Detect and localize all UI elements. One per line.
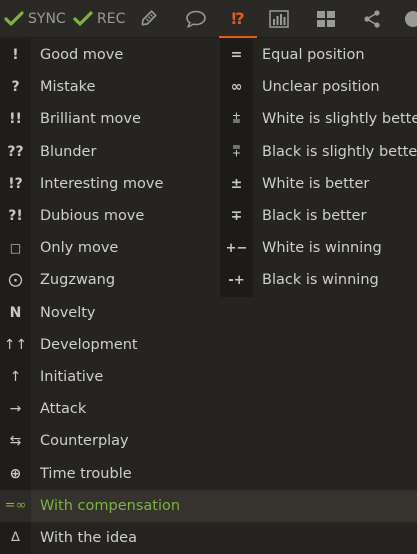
grid-icon xyxy=(317,11,335,27)
annotation-glyph: ⩲ xyxy=(220,103,253,136)
annotation-initiative[interactable]: ↑ Initiative xyxy=(0,360,417,394)
more-button[interactable] xyxy=(403,0,417,38)
annotation-label: Good move xyxy=(40,47,124,64)
annotation-novelty[interactable]: N Novelty xyxy=(0,296,417,329)
chart-icon xyxy=(269,10,289,28)
annotation-glyph: !? xyxy=(0,167,31,200)
annotation-glyph: -+ xyxy=(220,264,253,297)
annotation-counterplay[interactable]: ⇆ Counterplay xyxy=(0,425,417,458)
more-icon xyxy=(405,11,417,27)
check-icon xyxy=(73,11,93,26)
annotation-glyph: ?? xyxy=(0,135,31,168)
position-annotations-list: = Equal position ∞ Unclear position ⩲ Wh… xyxy=(220,39,417,297)
rec-label: REC xyxy=(97,11,126,27)
toolbar: SYNC REC ⁉ xyxy=(0,0,417,38)
annotation-label: Counterplay xyxy=(40,433,129,450)
share-button[interactable] xyxy=(357,0,387,38)
comments-tab[interactable] xyxy=(181,0,211,38)
annotations-tab[interactable]: ⁉ xyxy=(219,0,257,38)
annotation-glyph: → xyxy=(0,393,31,426)
annotation-white-winning[interactable]: +− White is winning xyxy=(220,232,417,265)
annotation-icon: ⁉ xyxy=(231,8,245,28)
annotation-glyph: ⇆ xyxy=(0,425,31,458)
annotation-label: Blunder xyxy=(40,143,97,160)
annotation-label: Equal position xyxy=(262,47,365,64)
annotation-label: Unclear position xyxy=(262,79,380,96)
annotation-label: With compensation xyxy=(40,497,181,514)
annotation-time-trouble[interactable]: ⊕ Time trouble xyxy=(0,457,417,490)
annotation-label: Brilliant move xyxy=(40,111,141,128)
annotation-glyph: =∞ xyxy=(0,489,31,522)
annotation-black-better[interactable]: ∓ Black is better xyxy=(220,199,417,233)
annotation-label: Development xyxy=(40,336,138,353)
annotation-label: Initiative xyxy=(40,368,104,385)
annotation-glyph: ↑ xyxy=(0,360,31,394)
annotation-glyph: ⩱ xyxy=(220,135,253,168)
check-icon xyxy=(4,11,24,26)
annotation-glyph: ? xyxy=(0,71,31,104)
annotation-glyph: ∆ xyxy=(0,521,31,554)
chart-tab[interactable] xyxy=(264,0,294,38)
tag-icon xyxy=(141,10,157,26)
annotation-white-better[interactable]: ± White is better xyxy=(220,167,417,200)
annotation-development[interactable]: ↑↑ Development xyxy=(0,328,417,361)
annotation-glyph: ⊕ xyxy=(0,457,31,490)
annotation-label: Only move xyxy=(40,240,119,257)
annotation-black-slightly-better[interactable]: ⩱ Black is slightly better xyxy=(220,135,417,168)
annotation-unclear-position[interactable]: ∞ Unclear position xyxy=(220,71,417,104)
annotation-label: White is winning xyxy=(262,240,382,257)
annotation-attack[interactable]: → Attack xyxy=(0,393,417,426)
annotation-glyph: !! xyxy=(0,103,31,136)
annotation-glyph: ∓ xyxy=(220,199,253,233)
annotation-label: White is slightly better xyxy=(262,111,417,128)
annotation-label: Dubious move xyxy=(40,208,145,225)
annotation-glyph: +− xyxy=(220,232,253,265)
annotation-label: White is better xyxy=(262,175,370,192)
annotation-equal-position[interactable]: = Equal position xyxy=(220,39,417,72)
sync-label: SYNC xyxy=(28,11,66,27)
annotation-label: Mistake xyxy=(40,79,96,96)
annotation-glyph: ! xyxy=(0,39,31,72)
annotation-with-the-idea[interactable]: ∆ With the idea xyxy=(0,521,417,554)
annotation-glyph: ∞ xyxy=(220,71,253,104)
annotation-with-compensation[interactable]: =∞ With compensation xyxy=(0,489,417,522)
annotation-label: Novelty xyxy=(40,304,96,321)
annotation-glyph: □ xyxy=(0,232,31,265)
annotation-label: Black is winning xyxy=(262,272,379,289)
tags-tab[interactable] xyxy=(133,0,163,38)
annotation-label: Interesting move xyxy=(40,175,164,192)
rec-button[interactable]: REC xyxy=(73,0,125,38)
annotation-label: With the idea xyxy=(40,529,137,546)
annotation-label: Attack xyxy=(40,401,87,418)
annotation-glyph: ± xyxy=(220,167,253,200)
annotation-glyph: ?! xyxy=(0,199,31,233)
annotation-glyph: ⨀ xyxy=(0,264,31,297)
annotation-label: Black is better xyxy=(262,208,367,225)
annotation-white-slightly-better[interactable]: ⩲ White is slightly better xyxy=(220,103,417,136)
annotation-label: Time trouble xyxy=(40,465,132,482)
annotation-glyph: ↑↑ xyxy=(0,328,31,361)
grid-tab[interactable] xyxy=(311,0,341,38)
annotation-black-winning[interactable]: -+ Black is winning xyxy=(220,264,417,297)
annotation-label: Zugzwang xyxy=(40,272,116,289)
sync-button[interactable]: SYNC xyxy=(4,0,66,38)
comment-icon xyxy=(186,10,206,28)
annotation-glyph: N xyxy=(0,296,31,329)
annotation-glyph: = xyxy=(220,39,253,72)
share-icon xyxy=(364,10,380,28)
annotation-label: Black is slightly better xyxy=(262,143,417,160)
